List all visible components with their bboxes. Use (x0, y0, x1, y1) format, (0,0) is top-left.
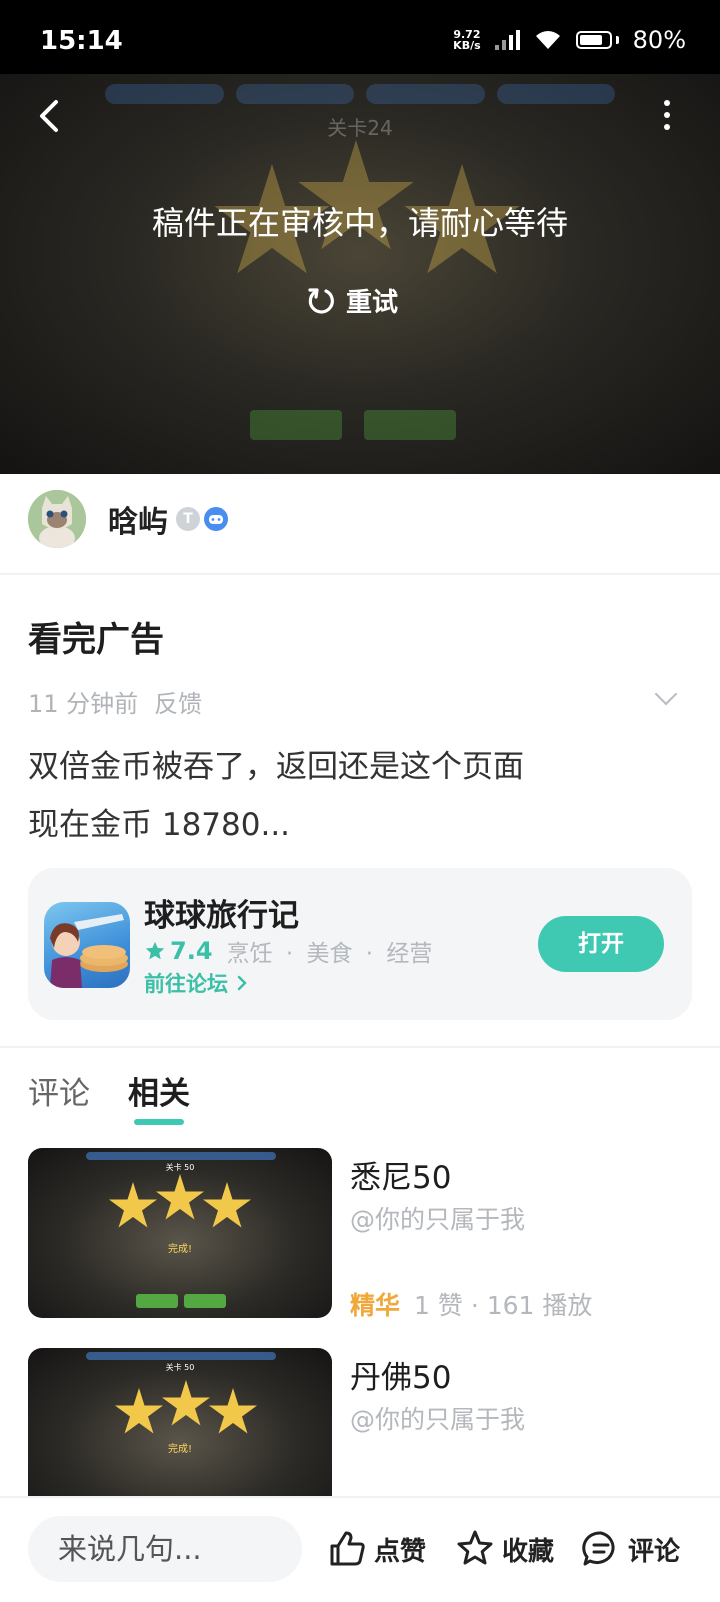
thumbnail-complete-text: 完成! (167, 1444, 192, 1455)
app-tag: 烹饪 (226, 941, 273, 967)
like-label: 点赞 (374, 1536, 427, 1567)
app-icon[interactable] (44, 902, 130, 988)
favorite-button[interactable]: 收藏 (454, 1528, 554, 1570)
related-video-item[interactable]: 关卡 50 完成! 悉尼50 @你的只属于我 精华 1 赞 · 161 播放 (28, 1148, 692, 1320)
status-bar: 15:14 9.72 KB/s 80% (0, 0, 720, 74)
divider (0, 1046, 720, 1048)
related-title: 悉尼50 (350, 1160, 452, 1196)
app-name: 球球旅行记 (144, 898, 299, 934)
content-tabs: 评论 相关 (28, 1068, 190, 1125)
video-background-button (250, 410, 342, 440)
cat-avatar-image (28, 490, 86, 548)
network-speed-unit: KB/s (453, 39, 481, 52)
video-background-button (364, 410, 456, 440)
network-speed: 9.72 KB/s (453, 29, 480, 51)
user-level-badge: T (176, 507, 200, 531)
like-button[interactable]: 点赞 (326, 1528, 426, 1570)
related-stats: 精华 1 赞 · 161 播放 (350, 1286, 592, 1322)
post-body: 双倍金币被吞了，返回还是这个页面 现在金币 18780... (28, 749, 524, 843)
video-thumbnail[interactable]: 关卡 50 完成! (28, 1148, 332, 1318)
refresh-icon (308, 287, 334, 314)
app-score: 7.4 (170, 937, 213, 965)
tab-related[interactable]: 相关 (128, 1068, 190, 1125)
retry-label: 重试 (346, 288, 399, 318)
video-background-level: 关卡24 (327, 116, 393, 140)
video-thumbnail[interactable]: 关卡 50 完成! (28, 1348, 332, 1518)
comment-label: 评论 (628, 1536, 681, 1567)
author-row[interactable]: 晗屿 T (28, 490, 228, 548)
related-video-item[interactable]: 关卡 50 完成! 丹佛50 @你的只属于我 (28, 1348, 692, 1518)
author-name[interactable]: 晗屿 (108, 497, 168, 541)
related-author[interactable]: @你的只属于我 (350, 1200, 525, 1236)
comment-button[interactable]: 评论 (580, 1528, 680, 1570)
app-tags: 烹饪美食经营 (227, 934, 433, 968)
star-icon (145, 941, 165, 960)
divider (0, 573, 720, 575)
status-time: 15:14 (40, 26, 123, 56)
chevron-down-icon[interactable] (654, 682, 678, 706)
more-options-icon[interactable] (662, 100, 672, 130)
favorite-label: 收藏 (502, 1536, 555, 1567)
forum-link[interactable]: 前往论坛 (144, 968, 249, 998)
related-author[interactable]: @你的只属于我 (350, 1400, 525, 1436)
video-player[interactable]: 关卡24 稿件正在审核中，请耐心等待 重试 (0, 74, 720, 474)
tab-comments[interactable]: 评论 (28, 1068, 90, 1123)
comment-bubble-icon (582, 1531, 615, 1566)
gamepad-badge-icon (204, 507, 228, 531)
thumbnail-level-text: 关卡 50 (165, 1363, 195, 1372)
open-app-button[interactable]: 打开 (538, 916, 664, 972)
app-tag: 美食 (273, 941, 353, 967)
related-stats-text: 1 赞 · 161 播放 (414, 1291, 593, 1320)
app-rating-row: 7.4 烹饪美食经营 (144, 934, 432, 968)
battery-percent: 80% (632, 26, 686, 54)
thumbs-up-icon (330, 1531, 365, 1566)
essence-badge: 精华 (350, 1291, 401, 1320)
star-outline-icon (457, 1530, 493, 1565)
feedback-link[interactable]: 反馈 (154, 690, 202, 718)
wifi-icon (535, 31, 560, 49)
comment-input[interactable] (28, 1516, 302, 1582)
review-status-message: 稿件正在审核中，请耐心等待 (151, 204, 568, 242)
chevron-right-icon (238, 975, 248, 991)
battery-icon (575, 31, 619, 49)
app-tag: 经营 (352, 941, 432, 967)
retry-button[interactable]: 重试 (306, 282, 398, 319)
thumbnail-level-text: 关卡 50 (165, 1163, 195, 1172)
status-icons: 9.72 KB/s 80% (453, 26, 686, 54)
bottom-action-bar: 点赞 收藏 评论 (0, 1496, 720, 1602)
video-background-hud (105, 84, 615, 104)
thumbnail-complete-text: 完成! (167, 1244, 192, 1255)
forum-link-label: 前往论坛 (144, 972, 228, 996)
cellular-signal-icon (494, 30, 520, 50)
post-time: 11 分钟前 (28, 690, 139, 718)
post-title: 看完广告 (28, 620, 164, 660)
related-title: 丹佛50 (350, 1360, 452, 1396)
avatar[interactable] (28, 490, 86, 548)
back-arrow-icon[interactable] (30, 96, 70, 136)
game-app-card[interactable]: 球球旅行记 7.4 烹饪美食经营 前往论坛 打开 (28, 868, 692, 1020)
post-meta: 11 分钟前 反馈 (28, 684, 202, 719)
